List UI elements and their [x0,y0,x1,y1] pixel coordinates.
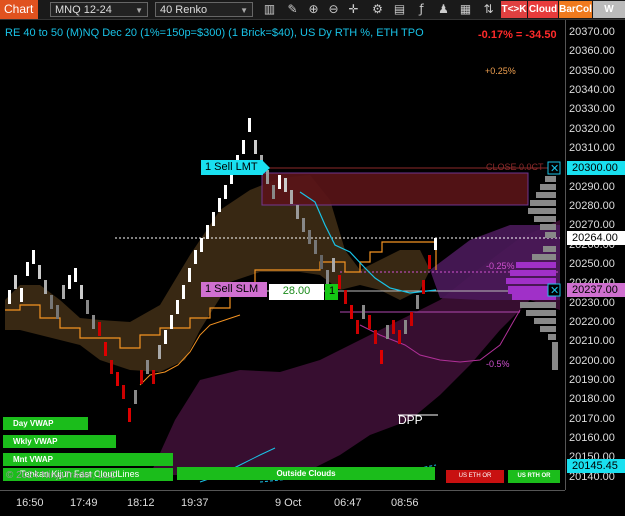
vwap-toggle-button[interactable]: W VWA [593,1,625,32]
templates-icon[interactable]: ▦ [458,2,473,17]
profit-loss-readout: -0.17% = -34.50 [478,29,557,41]
close-label: CLOSE 0.0CT [486,162,544,172]
time-tick: 16:50 [16,497,44,509]
outside-clouds-badge: Outside Clouds [177,467,435,480]
time-axis[interactable]: 16:50 17:49 18:12 19:37 9 Oct 06:47 08:56 [0,490,565,516]
copyright-text: © 2024 NinjaTrader, LLC [6,470,117,481]
price-tick: 20340.00 [569,83,615,96]
chart-toolbar: Chart MNQ 12-24 ▼ 40 Renko ▼ ▥ ✎ ⊕ ⊖ ✛ ⚙… [0,0,625,32]
price-tick: 20360.00 [569,45,615,58]
strategies-icon[interactable]: ♟ [436,2,451,17]
price-axis[interactable]: 20370.00 20360.00 20350.00 20340.00 20330.00… [565,20,625,490]
price-tick: 20220.00 [569,315,615,328]
bar-chart-style-icon[interactable]: ▥ [262,2,277,17]
time-tick: 08:56 [391,497,419,509]
time-tick: 18:12 [127,497,155,509]
data-series-icon[interactable]: ▤ [392,2,407,17]
order-quantity[interactable]: 1 [325,284,338,300]
price-tick: 20200.00 [569,354,615,367]
chevron-down-icon: ▼ [240,6,248,15]
price-label-lmt: 20300.00 [567,161,625,175]
us-rth-or-badge: US RTH OR [508,470,560,483]
price-tick: 20290.00 [569,180,615,193]
price-tick: 20210.00 [569,335,615,348]
price-label-slm: 20237.00 [567,283,625,297]
instrument-selector[interactable]: MNQ 12-24 ▼ [50,2,148,17]
price-tick: 20310.00 [569,141,615,154]
sell-limit-order-label[interactable]: 1 Sell LMT [201,160,263,175]
order-arrow-icon [262,160,270,175]
price-tick: 20280.00 [569,199,615,212]
indicators-icon[interactable]: ƒ [414,2,429,17]
sell-stop-market-order-label[interactable]: 1 Sell SLM [201,282,267,297]
time-tick: 19:37 [181,497,209,509]
weekly-vwap-badge: Wkly VWAP [3,435,116,448]
price-label-last: 20264.00 [567,231,625,245]
time-tick: 17:49 [70,497,98,509]
price-tick: 20170.00 [569,412,615,425]
price-tick: 20160.00 [569,431,615,444]
time-tick: 06:47 [334,497,362,509]
price-tick: 20250.00 [569,257,615,270]
order-price-field[interactable]: 28.00 [269,284,324,300]
draw-tool-icon[interactable]: ✎ [285,2,300,17]
zoom-icon[interactable]: ⊕ [306,2,321,17]
chevron-down-icon: ▼ [135,6,143,15]
price-tick: 20230.00 [569,296,615,309]
minus-025-label: -0.25% [486,261,515,271]
barcol-toggle-button[interactable]: BarCol [559,1,592,18]
zoom-out-icon[interactable]: ⊖ [326,2,341,17]
price-tick: 20190.00 [569,373,615,386]
price-tick: 20370.00 [569,26,615,38]
day-vwap-badge: Day VWAP [3,417,88,430]
monthly-vwap-badge: Mnt VWAP [3,453,173,466]
minus-05-label: -0.5% [486,359,510,369]
price-tick: 20320.00 [569,122,615,135]
price-tick: 20270.00 [569,219,615,232]
plus-025-label: +0.25% [485,66,516,76]
time-tick: 9 Oct [275,497,302,509]
svg-text:✕: ✕ [550,162,559,175]
chart-window-tab[interactable]: Chart [0,0,38,19]
close-zone [261,172,529,206]
price-tick: 20330.00 [569,103,615,116]
properties-icon[interactable]: ⚙ [370,2,385,17]
cloud-toggle-button[interactable]: Cloud [528,1,558,18]
chart-trader-icon[interactable]: ⇅ [481,2,496,17]
bar-type-selector-value: 40 Renko [160,4,208,16]
bar-type-selector[interactable]: 40 Renko ▼ [155,2,253,17]
tk-toggle-button[interactable]: T<>K [501,1,527,18]
instrument-title: RE 40 to 50 (M)NQ Dec 20 (1%=150p=$300) … [5,27,424,39]
cross-hair-icon[interactable]: ✛ [346,2,361,17]
instrument-selector-value: MNQ 12-24 [55,4,112,16]
price-label-bottom: 20145.45 [567,459,625,473]
price-tick: 20180.00 [569,393,615,406]
svg-text:✕: ✕ [550,284,559,297]
dpp-label: DPP [398,413,423,427]
price-tick: 20350.00 [569,64,615,77]
us-eth-or-badge: US ETH OR [446,470,504,483]
